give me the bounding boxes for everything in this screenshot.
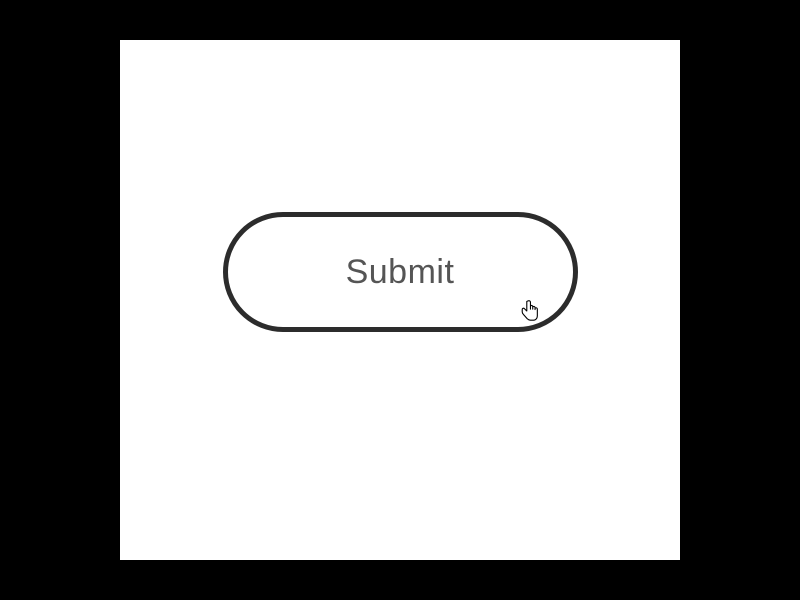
canvas-area: Submit (120, 40, 680, 560)
submit-button-label: Submit (346, 253, 455, 292)
submit-button[interactable]: Submit (223, 212, 578, 332)
